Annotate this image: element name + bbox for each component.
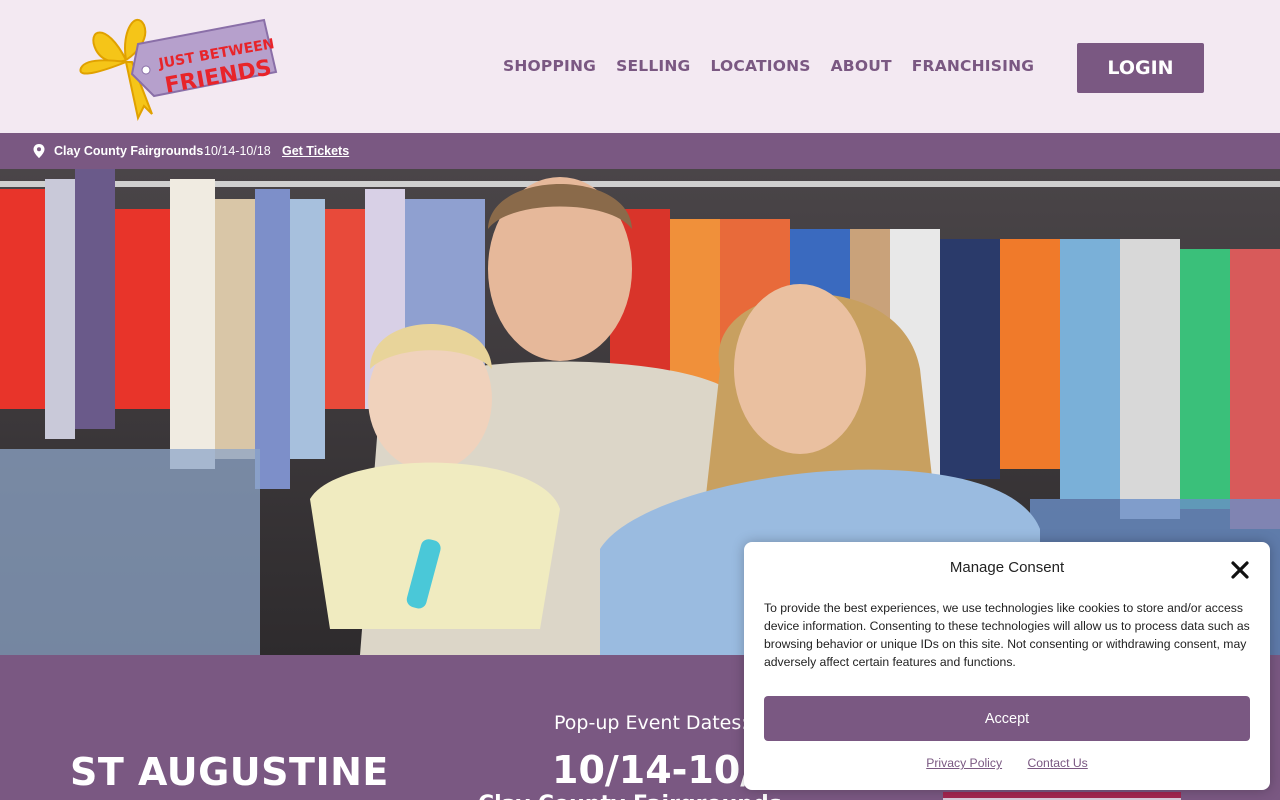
consent-title: Manage Consent xyxy=(949,559,1065,576)
main-nav: SHOPPING SELLING LOCATIONS ABOUT FRANCHI… xyxy=(503,57,1034,75)
nav-shopping[interactable]: SHOPPING xyxy=(503,57,596,75)
consent-links: Privacy Policy Contact Us xyxy=(744,756,1270,770)
privacy-policy-link[interactable]: Privacy Policy xyxy=(926,756,1002,770)
event-location: Clay County Fairgrounds xyxy=(54,144,204,158)
accept-button[interactable]: Accept xyxy=(764,696,1250,741)
event-card[interactable] xyxy=(943,792,1181,800)
nav-about[interactable]: ABOUT xyxy=(831,57,892,75)
get-tickets-link[interactable]: Get Tickets xyxy=(282,144,349,158)
site-header: JUST BETWEEN FRIENDS SHOPPING SELLING LO… xyxy=(0,0,1280,133)
event-dates: 10/14-10/18 xyxy=(204,144,271,158)
nav-locations[interactable]: LOCATIONS xyxy=(710,57,810,75)
nav-franchising[interactable]: FRANCHISING xyxy=(912,57,1034,75)
cookie-consent-dialog: Manage Consent To provide the best exper… xyxy=(744,542,1270,790)
consent-description: To provide the best experiences, we use … xyxy=(764,601,1250,669)
city-title: ST AUGUSTINE xyxy=(70,750,389,794)
map-pin-icon xyxy=(33,144,45,158)
nav-selling[interactable]: SELLING xyxy=(616,57,690,75)
just-between-friends-logo[interactable]: JUST BETWEEN FRIENDS xyxy=(76,10,280,124)
venue-name: Clay County Fairgrounds xyxy=(478,792,782,800)
popup-event-label: Pop-up Event Dates: xyxy=(554,712,748,734)
login-button[interactable]: LOGIN xyxy=(1077,43,1204,93)
contact-us-link[interactable]: Contact Us xyxy=(1027,756,1087,770)
event-info-bar: Clay County Fairgrounds 10/14-10/18 Get … xyxy=(0,133,1280,169)
close-icon[interactable] xyxy=(1228,558,1252,582)
